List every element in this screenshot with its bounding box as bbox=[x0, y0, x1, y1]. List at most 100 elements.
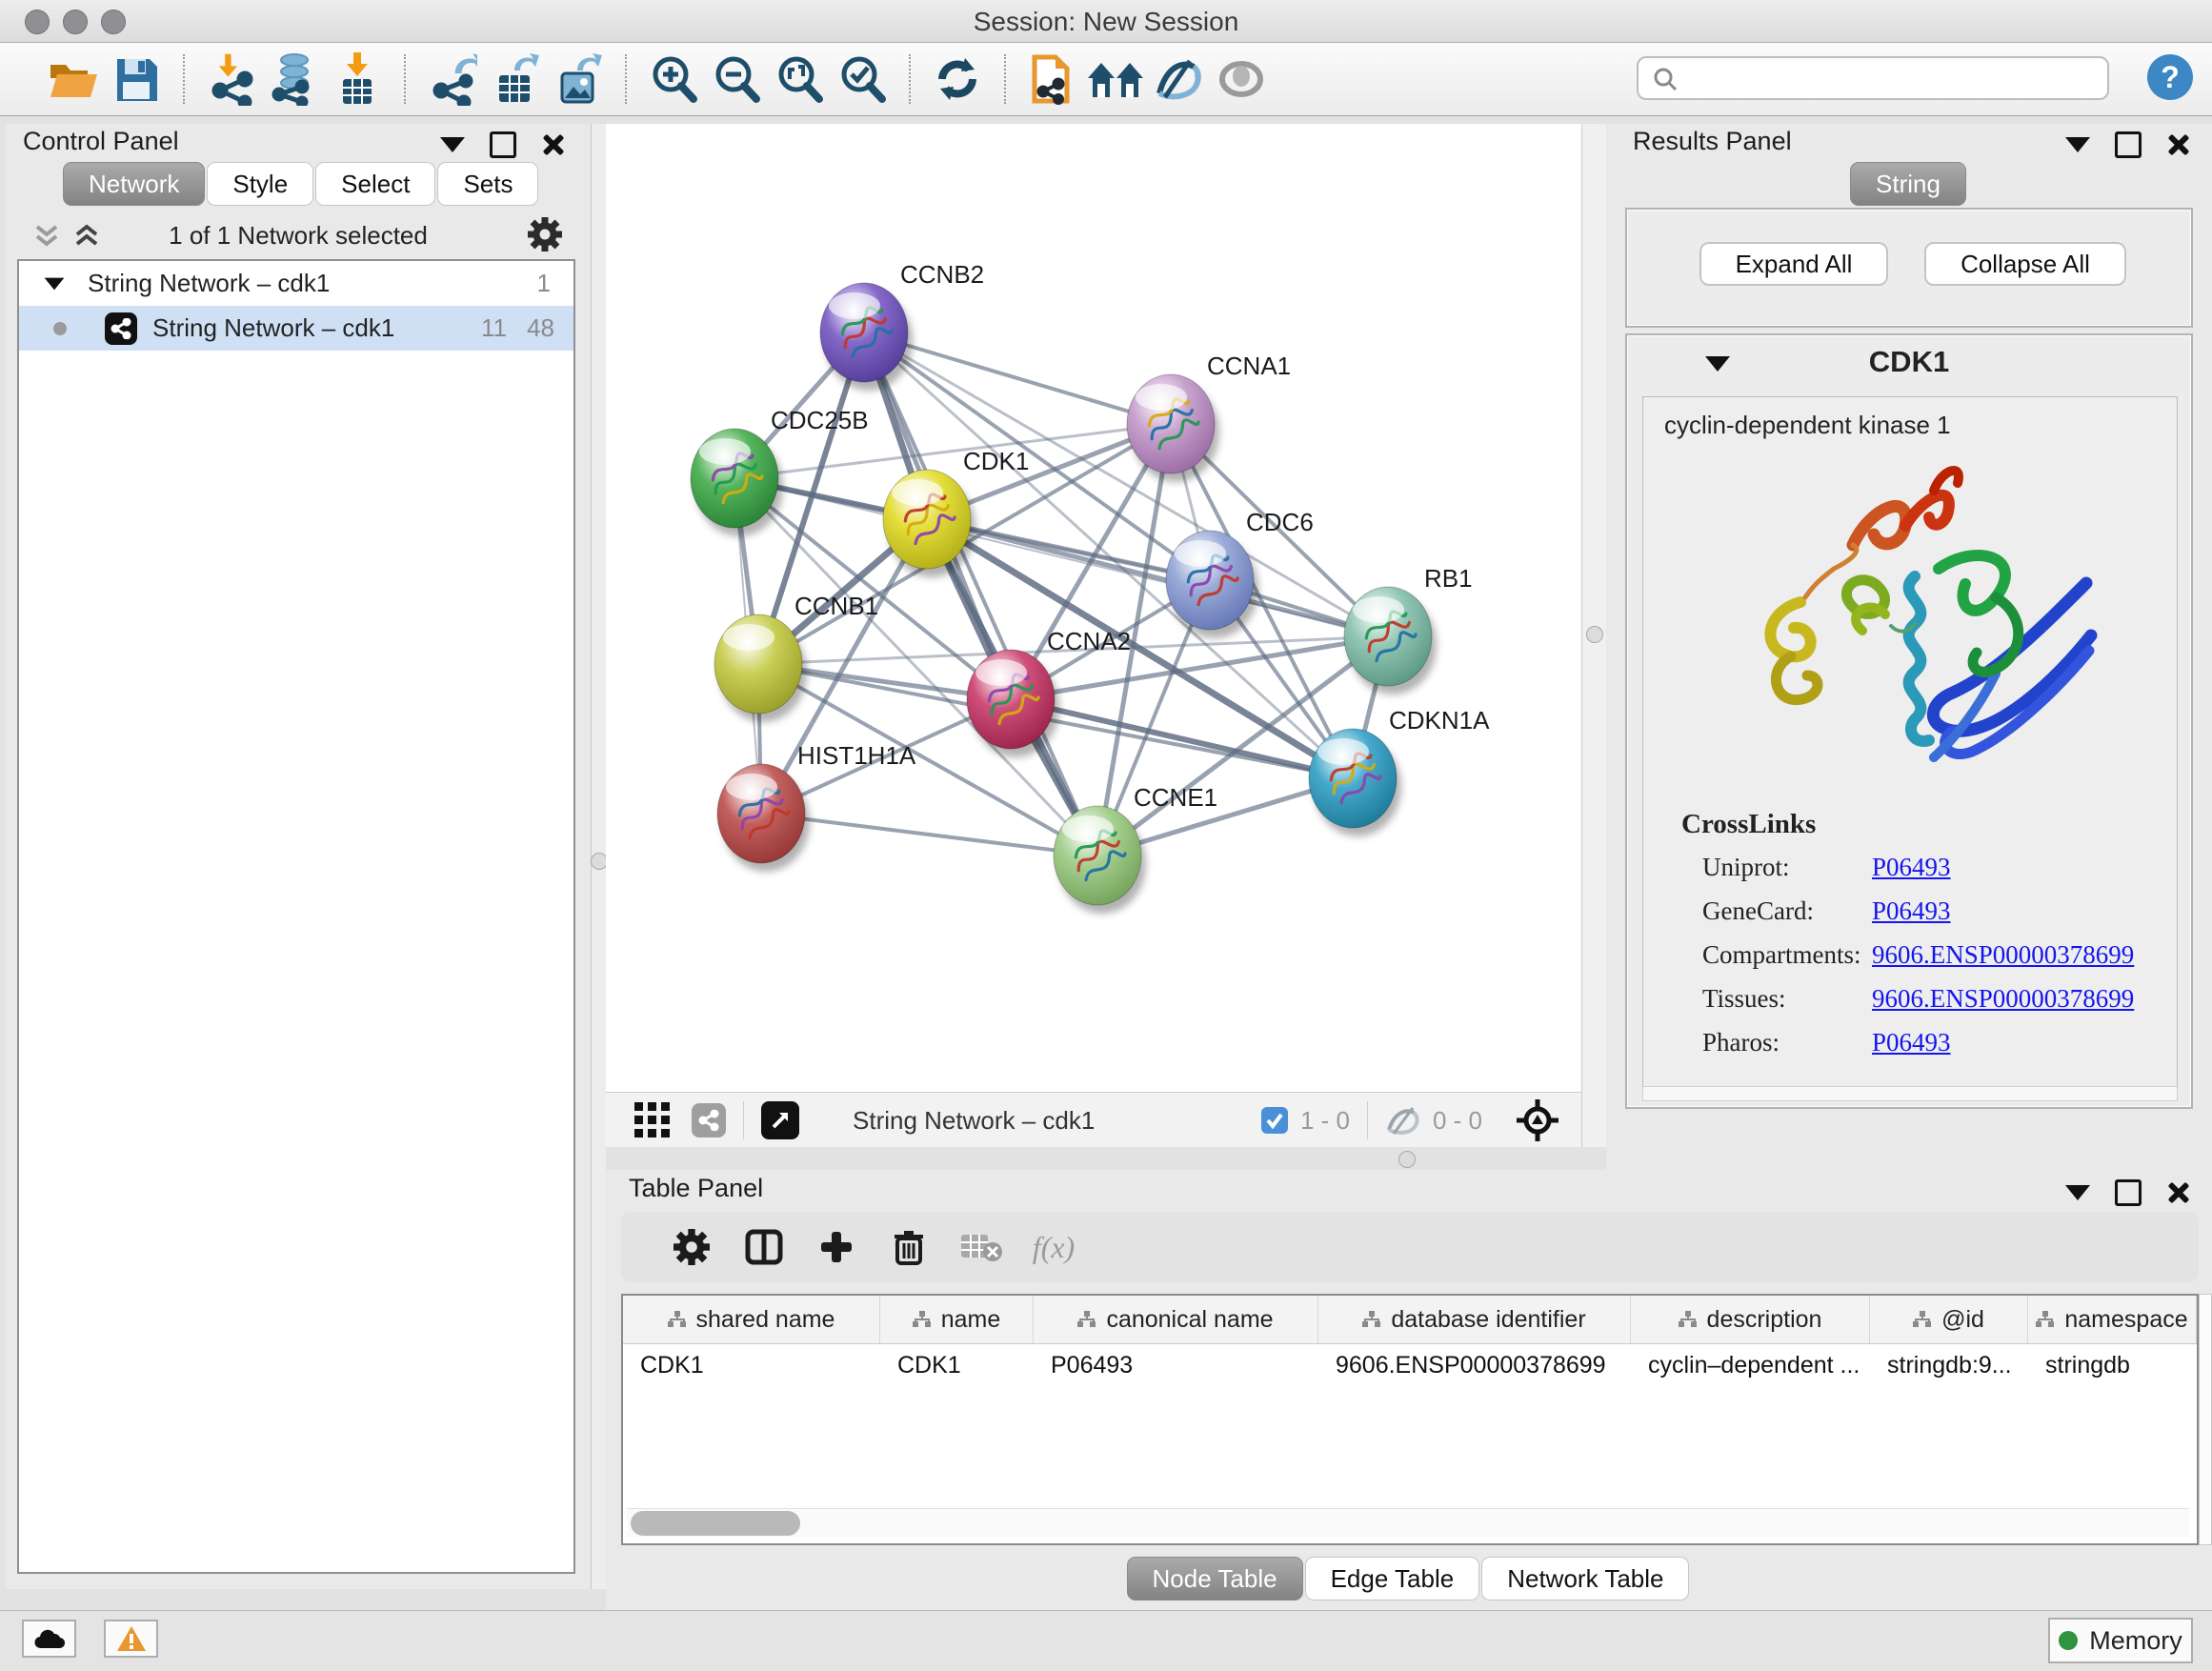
table-panel: Table Panel bbox=[606, 1170, 2212, 1610]
crosslink-value-link[interactable]: 9606.ENSP00000378699 bbox=[1872, 984, 2134, 1014]
tab-node-table[interactable]: Node Table bbox=[1127, 1557, 1303, 1601]
zoom-in-button[interactable] bbox=[642, 50, 705, 109]
import-network-database-button[interactable] bbox=[263, 50, 326, 109]
open-in-new-icon[interactable] bbox=[761, 1101, 799, 1139]
tab-network[interactable]: Network bbox=[63, 162, 205, 206]
network-edge[interactable] bbox=[1011, 699, 1353, 778]
tab-edge-table[interactable]: Edge Table bbox=[1305, 1557, 1480, 1601]
table-cell[interactable]: P06493 bbox=[1034, 1344, 1318, 1386]
toggle-labels-button[interactable] bbox=[1210, 50, 1273, 109]
import-network-file-button[interactable] bbox=[200, 50, 263, 109]
panel-close-icon[interactable] bbox=[2166, 1181, 2189, 1204]
network-node-ccna2[interactable] bbox=[967, 650, 1059, 757]
expand-all-button[interactable]: Expand All bbox=[1699, 242, 1888, 286]
gear-icon[interactable] bbox=[528, 217, 562, 252]
birdseye-grid-icon[interactable] bbox=[634, 1102, 671, 1138]
column-header-namespace[interactable]: namespace bbox=[2028, 1296, 2197, 1343]
help-button[interactable]: ? bbox=[2147, 54, 2193, 100]
panel-menu-icon[interactable] bbox=[2065, 1185, 2090, 1200]
crosslink-value-link[interactable]: P06493 bbox=[1872, 896, 1951, 926]
cloud-status-button[interactable] bbox=[22, 1620, 76, 1658]
panel-close-icon[interactable] bbox=[541, 133, 564, 156]
network-edge[interactable] bbox=[864, 332, 1097, 856]
crosslink-value-link[interactable]: 9606.ENSP00000378699 bbox=[1872, 940, 2134, 970]
export-network-file-button[interactable] bbox=[421, 50, 484, 109]
panel-menu-icon[interactable] bbox=[440, 137, 465, 152]
network-node-cdc25b[interactable] bbox=[691, 429, 783, 536]
splitter-handle[interactable] bbox=[1586, 626, 1603, 643]
tab-style[interactable]: Style bbox=[207, 162, 313, 206]
export-image-button[interactable] bbox=[547, 50, 610, 109]
horizontal-scrollbar[interactable] bbox=[627, 1508, 2189, 1538]
toggle-glass-design-button[interactable] bbox=[1147, 50, 1210, 109]
crosshair-icon[interactable] bbox=[1517, 1099, 1558, 1141]
function-builder-button[interactable]: f(x) bbox=[1017, 1218, 1090, 1277]
column-header-label: @id bbox=[1941, 1306, 1984, 1334]
save-session-button[interactable] bbox=[105, 50, 168, 109]
network-node-cdk1[interactable] bbox=[883, 470, 975, 577]
collapse-all-button[interactable]: Collapse All bbox=[1924, 242, 2126, 286]
open-session-button[interactable] bbox=[42, 50, 105, 109]
collection-expand-icon[interactable] bbox=[45, 277, 65, 290]
column-header-shared-name[interactable]: shared name bbox=[623, 1296, 880, 1343]
zoom-selected-button[interactable] bbox=[831, 50, 894, 109]
panel-close-icon[interactable] bbox=[2166, 133, 2189, 156]
network-node-ccne1[interactable] bbox=[1054, 806, 1146, 914]
crosslink-value-link[interactable]: P06493 bbox=[1872, 1028, 1951, 1057]
tab-network-table[interactable]: Network Table bbox=[1481, 1557, 1689, 1601]
panel-float-icon[interactable] bbox=[490, 131, 516, 158]
panel-float-icon[interactable] bbox=[2115, 131, 2142, 158]
entry-scrollbar[interactable] bbox=[1642, 1086, 2178, 1101]
table-row[interactable]: CDK1CDK1P064939606.ENSP00000378699cyclin… bbox=[623, 1344, 2197, 1386]
table-cell[interactable]: CDK1 bbox=[623, 1344, 880, 1386]
column-header-canonical-name[interactable]: canonical name bbox=[1034, 1296, 1318, 1343]
hidden-eye-icon[interactable] bbox=[1385, 1105, 1421, 1136]
column-header-description[interactable]: description bbox=[1631, 1296, 1870, 1343]
string-query-button[interactable] bbox=[1021, 50, 1084, 109]
import-table-file-button[interactable] bbox=[326, 50, 389, 109]
apply-layout-button[interactable] bbox=[926, 50, 989, 109]
table-cell[interactable]: cyclin–dependent ... bbox=[1631, 1344, 1870, 1386]
network-node-ccnb2[interactable] bbox=[820, 283, 913, 391]
search-input[interactable] bbox=[1637, 56, 2109, 100]
export-table-button[interactable] bbox=[484, 50, 547, 109]
vertical-scrollbar[interactable] bbox=[2199, 1294, 2212, 1545]
network-collection-row[interactable]: String Network – cdk1 1 bbox=[19, 261, 573, 306]
panel-float-icon[interactable] bbox=[2115, 1179, 2142, 1206]
table-cell[interactable]: 9606.ENSP00000378699 bbox=[1318, 1344, 1631, 1386]
table-cell[interactable]: stringdb:9... bbox=[1870, 1344, 2028, 1386]
splitter-handle[interactable] bbox=[1398, 1151, 1416, 1168]
network-svg[interactable]: CCNB2CCNA1CDC25BCDK1CDC6RB1CCNB1CCNA2CDK… bbox=[606, 124, 1581, 1092]
selected-checkbox-icon[interactable] bbox=[1260, 1106, 1289, 1135]
delete-table-button[interactable] bbox=[945, 1218, 1017, 1277]
network-edge[interactable] bbox=[761, 814, 1097, 856]
column-header-database-identifier[interactable]: database identifier bbox=[1318, 1296, 1631, 1343]
crosslink-value-link[interactable]: P06493 bbox=[1872, 853, 1951, 882]
zoom-out-button[interactable] bbox=[705, 50, 768, 109]
table-settings-button[interactable] bbox=[655, 1218, 728, 1277]
add-column-button[interactable] bbox=[800, 1218, 873, 1277]
right-splitter[interactable] bbox=[1581, 124, 1608, 1170]
zoom-fit-button[interactable] bbox=[768, 50, 831, 109]
panel-menu-icon[interactable] bbox=[2065, 137, 2090, 152]
string-view-icon[interactable] bbox=[692, 1103, 726, 1137]
scrollbar-thumb[interactable] bbox=[631, 1511, 800, 1536]
network-canvas[interactable]: CCNB2CCNA1CDC25BCDK1CDC6RB1CCNB1CCNA2CDK… bbox=[606, 124, 1581, 1092]
network-node-cdkn1a[interactable] bbox=[1309, 729, 1401, 836]
network-node-ccna1[interactable] bbox=[1127, 374, 1219, 482]
string-home-button[interactable] bbox=[1084, 50, 1147, 109]
column-header--id[interactable]: @id bbox=[1870, 1296, 2028, 1343]
tab-sets[interactable]: Sets bbox=[437, 162, 538, 206]
table-cell[interactable]: CDK1 bbox=[880, 1344, 1034, 1386]
tab-select[interactable]: Select bbox=[315, 162, 435, 206]
show-columns-button[interactable] bbox=[728, 1218, 800, 1277]
tab-string-results[interactable]: String bbox=[1850, 162, 1966, 206]
column-header-name[interactable]: name bbox=[880, 1296, 1034, 1343]
delete-column-button[interactable] bbox=[873, 1218, 945, 1277]
network-row-selected[interactable]: String Network – cdk1 11 48 bbox=[19, 306, 573, 351]
warning-status-button[interactable] bbox=[104, 1620, 158, 1658]
table-cell[interactable]: stringdb bbox=[2028, 1344, 2197, 1386]
network-node-hist1h1a[interactable] bbox=[717, 764, 810, 872]
memory-button[interactable]: Memory bbox=[2048, 1618, 2193, 1663]
network-node-rb1[interactable] bbox=[1344, 587, 1437, 695]
